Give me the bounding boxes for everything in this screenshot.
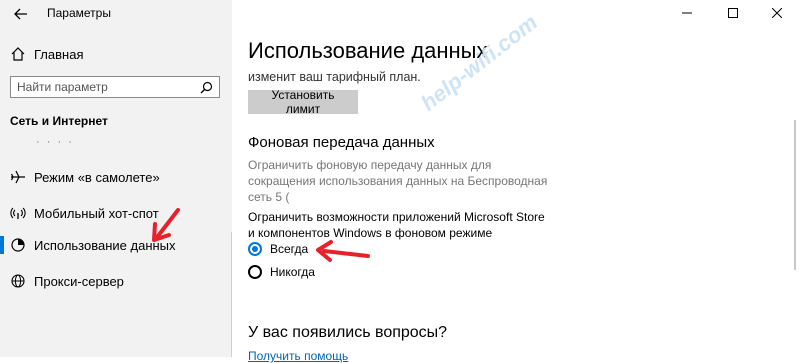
sidebar-item-mobile-hotspot[interactable]: Мобильный хот-спот	[0, 198, 232, 228]
app-title: Параметры	[47, 6, 111, 20]
maximize-icon	[728, 8, 738, 18]
main-content: Использование данных изменит ваш тарифны…	[232, 0, 800, 363]
search-icon	[200, 81, 213, 94]
sidebar-item-proxy[interactable]: Прокси-сервер	[0, 266, 232, 296]
scrollbar[interactable]	[794, 120, 796, 270]
radio-never[interactable]: Никогда	[248, 265, 315, 279]
nav-home[interactable]: Главная	[0, 40, 232, 68]
close-button[interactable]	[754, 0, 800, 26]
radio-label: Никогда	[270, 265, 315, 279]
maximize-button[interactable]	[710, 0, 756, 26]
set-limit-button[interactable]: Установить лимит	[248, 88, 358, 116]
search-placeholder: Найти параметр	[17, 80, 108, 94]
back-button[interactable]	[10, 5, 32, 23]
sidebar-item-label: Прокси-сервер	[34, 273, 124, 289]
sidebar-item-airplane-mode[interactable]: Режим «в самолете»	[0, 162, 232, 192]
hotspot-icon	[10, 205, 26, 221]
nav-home-label: Главная	[34, 46, 84, 62]
page-title: Использование данных	[248, 38, 488, 63]
minimize-button[interactable]	[664, 0, 710, 26]
back-arrow-icon	[14, 8, 27, 20]
sidebar-item-label: Мобильный хот-спот	[34, 205, 159, 221]
get-help-link[interactable]: Получить помощь	[248, 349, 348, 363]
tariff-text: изменит ваш тарифный план.	[248, 70, 421, 84]
airplane-icon	[10, 169, 26, 185]
radio-label: Всегда	[270, 242, 309, 256]
home-icon	[10, 46, 26, 62]
store-restriction-description: Ограничить возможности приложений Micros…	[248, 210, 545, 240]
sidebar-item-label: Использование данных	[34, 237, 176, 253]
radio-button[interactable]	[248, 265, 262, 279]
sidebar-item-data-usage[interactable]: Использование данных	[0, 230, 232, 260]
section-title: Сеть и Интернет	[10, 114, 108, 128]
questions-heading: У вас появились вопросы?	[248, 324, 448, 341]
sidebar-item-partial: · · · ·	[36, 136, 74, 148]
data-usage-icon	[10, 237, 26, 253]
radio-always[interactable]: Всегда	[248, 242, 308, 256]
minimize-icon	[682, 12, 692, 14]
search-input[interactable]: Найти параметр	[10, 76, 220, 98]
close-icon	[772, 8, 782, 18]
sidebar-item-label: Режим «в самолете»	[34, 169, 160, 185]
sidebar: Параметры Главная Найти параметр Сеть и …	[0, 0, 232, 357]
globe-icon	[10, 273, 26, 289]
background-data-description: Ограничить фоновую передачу данных для с…	[248, 158, 548, 204]
radio-button-checked[interactable]	[248, 242, 262, 256]
background-data-heading: Фоновая передача данных	[248, 134, 435, 151]
